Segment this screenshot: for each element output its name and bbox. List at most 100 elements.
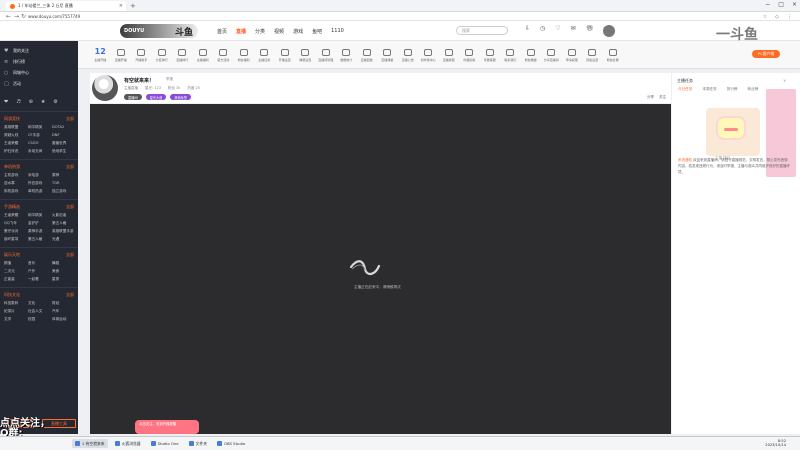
- section-more-link[interactable]: 全部: [66, 252, 74, 258]
- sidebar-category-link[interactable]: 正能量: [4, 277, 26, 282]
- sidebar-category-link[interactable]: DOTA2: [52, 125, 74, 130]
- report-link[interactable]: 举报: [166, 77, 173, 82]
- tool-item[interactable]: 弹幕设置: [295, 41, 316, 69]
- sidebar-category-link[interactable]: 户外: [28, 269, 50, 274]
- taskbar-item[interactable]: OBS Studio: [214, 439, 248, 448]
- follow-button[interactable]: 关注: [659, 95, 666, 100]
- tool-item[interactable]: 开播设置: [275, 41, 296, 69]
- section-more-link[interactable]: 全部: [66, 164, 74, 170]
- sidebar-category-link[interactable]: 崩坏星穹: [4, 237, 26, 242]
- section-more-link[interactable]: 全部: [66, 292, 74, 298]
- tool-item[interactable]: 主播福利: [193, 41, 214, 69]
- sidebar-item-city[interactable]: ○ 同城中心: [4, 67, 74, 78]
- close-icon[interactable]: ×: [119, 3, 123, 9]
- nav-live[interactable]: 直播: [236, 28, 246, 35]
- room-tag[interactable]: 星光大道: [145, 94, 167, 100]
- tool-item[interactable]: 专属客服: [480, 41, 501, 69]
- tool-item[interactable]: 开播助手: [131, 41, 152, 69]
- sidebar-category-link[interactable]: 主机游戏: [4, 173, 26, 178]
- sidebar-category-link[interactable]: 英雄联盟: [4, 125, 26, 130]
- sidebar-category-link[interactable]: 舞蹈: [52, 261, 74, 266]
- tool-item[interactable]: 粉丝社群: [603, 41, 624, 69]
- sidebar-category-link[interactable]: 科技数码: [4, 301, 26, 306]
- sidebar-category-link[interactable]: 金铲铲: [28, 221, 50, 226]
- follow-icon[interactable]: ♡: [555, 25, 560, 33]
- sidebar-category-link[interactable]: 和平精英: [28, 125, 50, 130]
- video-player[interactable]: 主播正在赶来中，请稍候再试: [90, 104, 671, 434]
- tool-item[interactable]: 数据统计: [336, 41, 357, 69]
- sidebar-category-link[interactable]: 二次元: [4, 269, 26, 274]
- tool-item[interactable]: 直播回放: [357, 41, 378, 69]
- sidebar-category-link[interactable]: TGR: [52, 181, 74, 186]
- star-icon[interactable]: ★: [41, 99, 45, 105]
- tool-item[interactable]: 创作者中心: [418, 41, 439, 69]
- close-window-button[interactable]: ×: [792, 1, 797, 8]
- streamer-avatar[interactable]: [92, 75, 118, 101]
- new-tab-button[interactable]: +: [130, 2, 136, 10]
- pc-client-badge[interactable]: PC客户端: [752, 50, 780, 58]
- tab-today[interactable]: 今日任务: [678, 87, 692, 92]
- history-icon[interactable]: ◷: [540, 25, 545, 33]
- sidebar-category-link[interactable]: 街机游戏: [4, 189, 26, 194]
- sidebar-category-link[interactable]: 纪录片: [4, 309, 26, 314]
- room-tag[interactable]: 其他标签: [170, 94, 192, 100]
- sidebar-category-link[interactable]: 音乐: [28, 261, 50, 266]
- tool-item[interactable]: 直播课堂: [377, 41, 398, 69]
- follow-toast[interactable]: 点击关注，收到开播提醒: [135, 420, 199, 434]
- sidebar-category-link[interactable]: DNF: [52, 133, 74, 138]
- taskbar-item[interactable]: 1 有空就来来: [72, 439, 108, 448]
- game-icon[interactable]: ⊛: [29, 99, 33, 105]
- share-button[interactable]: 分享: [647, 95, 654, 100]
- close-icon[interactable]: ×: [783, 78, 786, 83]
- sidebar-category-link[interactable]: 穿越火线: [4, 133, 26, 138]
- refresh-icon[interactable]: ↻: [21, 13, 26, 20]
- sidebar-category-link[interactable]: 文化: [28, 301, 50, 306]
- maximize-button[interactable]: □: [778, 1, 784, 8]
- section-more-link[interactable]: 全部: [66, 204, 74, 210]
- tool-number-item[interactable]: 12 主播开播: [90, 41, 111, 69]
- nav-special[interactable]: 1110: [331, 28, 344, 35]
- tool-item[interactable]: 官方活动: [213, 41, 234, 69]
- gift-icon[interactable]: 🎁︎: [586, 25, 594, 33]
- sidebar-category-link[interactable]: 王者荣耀: [4, 141, 26, 146]
- douyu-logo[interactable]: DOUYU 斗鱼: [120, 24, 198, 38]
- tool-item[interactable]: 直播排行: [172, 41, 193, 69]
- tool-item[interactable]: 直播间管理: [316, 41, 337, 69]
- sidebar-category-link[interactable]: 第五人格: [28, 237, 50, 242]
- sidebar-category-link[interactable]: 绝地求生: [52, 149, 74, 154]
- taskbar-item[interactable]: 火狐浏览器: [112, 439, 144, 448]
- sidebar-category-link[interactable]: 火影忍者: [52, 213, 74, 218]
- sidebar-category-link[interactable]: 永劫无间: [28, 149, 50, 154]
- sidebar-category-link[interactable]: 社会人文: [28, 309, 50, 314]
- tab-rank[interactable]: 排行榜: [727, 87, 738, 92]
- system-tray-clock[interactable]: 8:52 2023/10/14: [765, 439, 786, 447]
- sidebar-category-link[interactable]: 怀旧游戏: [28, 181, 50, 186]
- search-input[interactable]: 搜索: [456, 26, 508, 35]
- sidebar-item-ranking[interactable]: ≡ 排行榜: [4, 56, 74, 67]
- sidebar-category-link[interactable]: 第五人格: [52, 221, 74, 226]
- nav-video[interactable]: 视频: [274, 28, 284, 35]
- sidebar-item-follow[interactable]: ♥ 我的关注: [4, 45, 74, 56]
- settings-icon[interactable]: ⚙: [53, 99, 57, 105]
- sidebar-category-link[interactable]: 和平精英: [28, 213, 50, 218]
- sidebar-category-link[interactable]: 星秀: [52, 277, 74, 282]
- sidebar-category-link[interactable]: CSGO: [28, 141, 50, 146]
- music-icon[interactable]: ♬: [16, 99, 20, 105]
- sidebar-category-link[interactable]: 单机热游: [28, 189, 50, 194]
- download-icon[interactable]: ⇩: [525, 25, 530, 33]
- tab-week[interactable]: 本周任务: [702, 87, 716, 92]
- sidebar-category-link[interactable]: 原神: [52, 173, 74, 178]
- tool-item[interactable]: 粉丝徽章: [521, 41, 542, 69]
- sidebar-category-link[interactable]: 原神手游: [28, 229, 50, 234]
- sidebar-category-link[interactable]: 汽车: [52, 309, 74, 314]
- menu-icon[interactable]: ⋮: [787, 14, 792, 20]
- tool-item[interactable]: 直播公告: [398, 41, 419, 69]
- user-avatar[interactable]: [603, 25, 615, 37]
- sidebar-category-link[interactable]: 一起看: [28, 277, 50, 282]
- section-more-link[interactable]: 全部: [66, 116, 74, 122]
- heart-icon[interactable]: ❤: [4, 99, 8, 105]
- sidebar-category-link[interactable]: 王者荣耀: [4, 213, 26, 218]
- url-field[interactable]: www.douyu.com/7557749: [28, 14, 80, 19]
- message-icon[interactable]: ✉: [571, 25, 576, 33]
- sidebar-category-link[interactable]: 美食: [52, 269, 74, 274]
